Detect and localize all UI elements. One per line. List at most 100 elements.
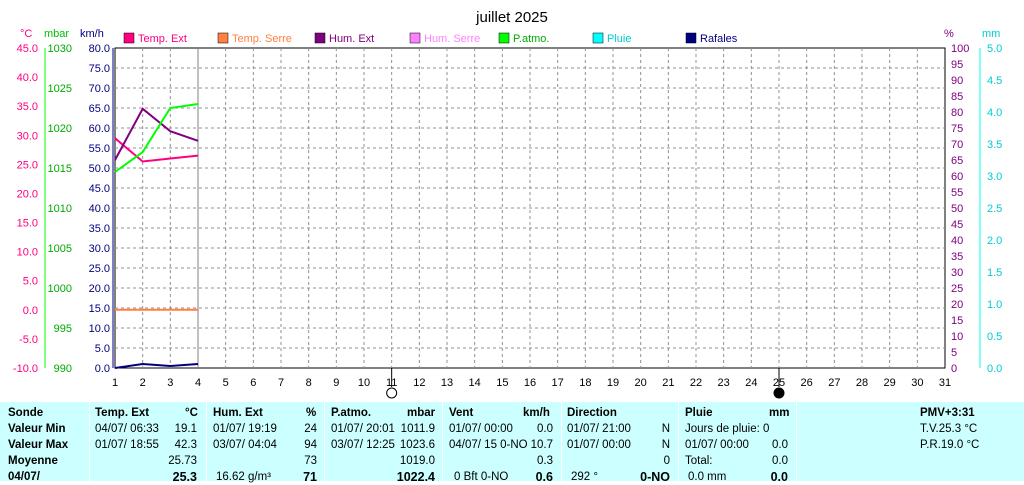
weather-chart: juillet 2025 °C mbar km/h % mm Temp. Ext… <box>13 9 1002 399</box>
stats-table: Sonde Valeur Min Valeur Max Moyenne 04/0… <box>0 401 1024 484</box>
wind-tick-label: 50.0 <box>89 163 110 175</box>
humidity-tick-label: 90 <box>951 75 963 87</box>
humidity-tick-label: 85 <box>951 91 963 103</box>
legend-label: Rafales <box>700 33 738 45</box>
x-tick-label: 12 <box>413 377 425 389</box>
pluie-max-date: 01/07/ 00:00 <box>685 439 749 451</box>
header-pluie-unit: mm <box>769 407 790 419</box>
header-vent-unit: km/h <box>523 407 550 419</box>
temp-current: 25.3 <box>172 470 197 484</box>
wind-tick-label: 25.0 <box>89 263 110 275</box>
patmo-min: 1011.9 <box>400 423 435 435</box>
pressure-tick-label: 995 <box>54 323 72 335</box>
wind-tick-label: 80.0 <box>89 43 110 55</box>
wind-tick-label: 70.0 <box>89 83 110 95</box>
patmo-max-date: 03/07/ 12:25 <box>331 439 395 451</box>
humidity-tick-label: 75 <box>951 123 963 135</box>
rain-tick-label: 3.0 <box>987 171 1002 183</box>
pressure-unit-label: mbar <box>44 28 69 40</box>
legend-swatch <box>592 32 604 44</box>
dir-avg: 0 <box>663 455 670 467</box>
pressure-tick-label: 1025 <box>48 83 72 95</box>
header-hum-unit: % <box>306 407 317 419</box>
legend-swatch <box>123 32 135 44</box>
x-tick-label: 23 <box>718 377 730 389</box>
new-moon-icon <box>773 387 785 399</box>
header-patmo-unit: mbar <box>407 407 436 419</box>
header-vent: Vent <box>449 407 474 419</box>
x-tick-label: 3 <box>167 377 173 389</box>
wind-tick-label: 60.0 <box>89 123 110 135</box>
header-temp: Temp. Ext <box>95 407 150 419</box>
humidity-tick-label: 60 <box>951 171 963 183</box>
pressure-tick-label: 1010 <box>48 203 72 215</box>
series-line-rafales <box>114 362 199 369</box>
hum-current-abs: 16.62 g/m³ <box>216 471 271 483</box>
header-sonde: Sonde <box>8 407 44 419</box>
row-min-label: Valeur Min <box>8 423 66 435</box>
temp-tick-label: 15.0 <box>17 218 38 230</box>
x-tick-label: 30 <box>911 377 923 389</box>
rain-tick-label: 0.5 <box>987 331 1002 343</box>
legend-label: Pluie <box>607 33 631 45</box>
humidity-tick-label: 50 <box>951 203 963 215</box>
legend-label: Hum. Ext <box>329 33 374 45</box>
vent-max-date: 04/07/ 15 0-NO <box>449 439 528 451</box>
x-tick-label: 21 <box>662 377 674 389</box>
temp-tick-label: 20.0 <box>17 188 38 200</box>
x-tick-label: 28 <box>856 377 868 389</box>
x-tick-label: 20 <box>635 377 647 389</box>
pressure-tick-label: 1005 <box>48 243 72 255</box>
wind-tick-label: 0.0 <box>95 363 110 375</box>
humidity-tick-label: 55 <box>951 187 963 199</box>
vent-min-date: 01/07/ 00:00 <box>449 423 513 435</box>
temp-min: 19.1 <box>174 423 197 435</box>
full-moon-icon <box>386 387 398 399</box>
pluie-current-mm: 0.0 mm <box>688 471 727 483</box>
x-tick-label: 6 <box>250 377 256 389</box>
vent-max: 10.7 <box>530 439 553 451</box>
wind-tick-label: 15.0 <box>89 303 110 315</box>
temp-tick-label: 45.0 <box>17 43 38 55</box>
dir-current-deg: 292 ° <box>571 471 598 483</box>
x-tick-label: 13 <box>441 377 453 389</box>
legend-label: Temp. Ext <box>138 33 187 45</box>
pr-value: P.R.19.0 °C <box>920 439 980 451</box>
temp-tick-label: 5.0 <box>23 276 38 288</box>
legend-label: Hum. Serre <box>424 33 480 45</box>
patmo-max: 1023.6 <box>399 439 435 451</box>
pressure-tick-label: 1015 <box>48 163 72 175</box>
rain-tick-label: 1.0 <box>987 299 1002 311</box>
wind-tick-label: 30.0 <box>89 243 110 255</box>
hum-min-date: 01/07/ 19:19 <box>213 423 277 435</box>
series-line-hum-ext <box>114 107 199 161</box>
temp-tick-label: 0.0 <box>23 305 38 317</box>
x-tick-label: 22 <box>690 377 702 389</box>
rain-tick-label: 5.0 <box>987 43 1002 55</box>
header-temp-unit: °C <box>185 407 198 419</box>
chart-grid <box>114 47 946 369</box>
dir-min-date: 01/07/ 21:00 <box>567 423 631 435</box>
pluie-current: 0.0 <box>770 470 788 484</box>
rain-tick-label: 4.0 <box>987 107 1002 119</box>
humidity-tick-label: 0 <box>951 363 957 375</box>
x-tick-label: 1 <box>112 377 118 389</box>
wind-tick-label: 65.0 <box>89 103 110 115</box>
pluie-days: Jours de pluie: 0 <box>685 423 770 435</box>
x-tick-label: 29 <box>884 377 896 389</box>
pluie-total: 0.0 <box>772 455 788 467</box>
hum-max: 94 <box>304 439 317 451</box>
pluie-max: 0.0 <box>772 439 788 451</box>
temp-tick-label: 10.0 <box>17 247 38 259</box>
x-tick-label: 24 <box>745 377 757 389</box>
rain-tick-label: 1.5 <box>987 267 1002 279</box>
wind-tick-label: 75.0 <box>89 63 110 75</box>
x-tick-label: 8 <box>306 377 312 389</box>
x-tick-label: 4 <box>195 377 201 389</box>
tv-value: T.V.25.3 °C <box>920 423 978 435</box>
wind-tick-label: 10.0 <box>89 323 110 335</box>
temp-tick-label: -5.0 <box>19 334 38 346</box>
dir-min: N <box>661 423 670 435</box>
x-tick-label: 7 <box>278 377 284 389</box>
hum-current: 71 <box>303 470 317 484</box>
